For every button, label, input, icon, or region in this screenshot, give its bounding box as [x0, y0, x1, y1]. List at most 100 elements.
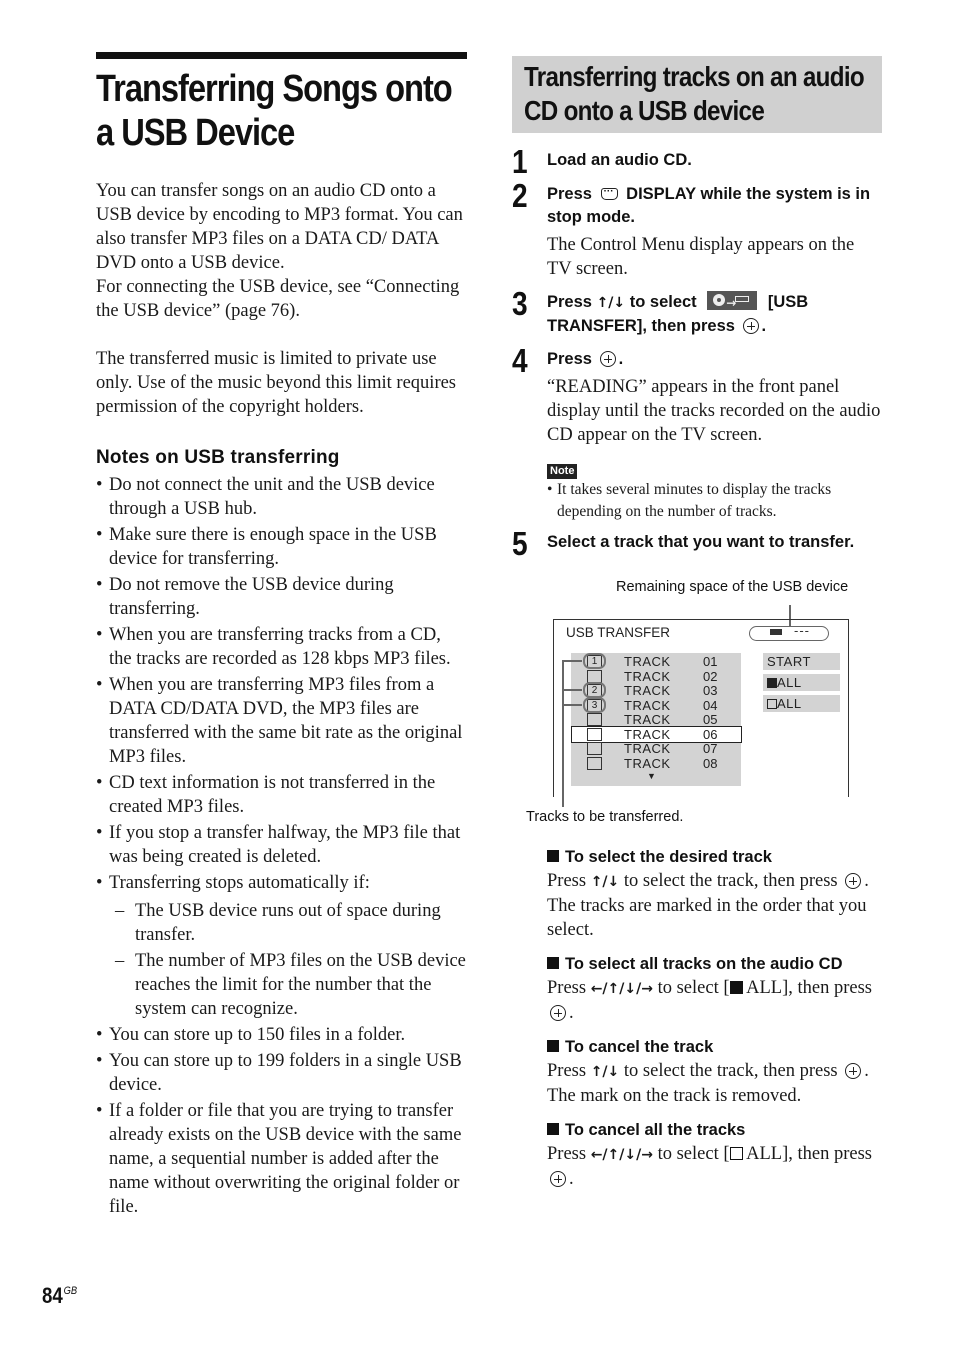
note-item: When you are transferring tracks from a …	[96, 623, 468, 671]
note-item: Make sure there is enough space in the U…	[96, 523, 468, 571]
four-way-arrows-icon: ←/↑/↓/→	[590, 981, 653, 997]
step-text: Press	[547, 350, 592, 368]
punctuation: .	[761, 317, 767, 335]
heading-text: To select all tracks on the audio CD	[565, 955, 843, 973]
track-label: TRACK	[624, 683, 671, 698]
callout-line	[562, 689, 582, 691]
page-title: Transferring Songs onto a USB Device	[96, 68, 453, 154]
empty-square-icon	[729, 1147, 743, 1160]
enter-button-icon	[550, 1171, 566, 1187]
enter-button-icon	[599, 351, 616, 367]
scroll-down-icon[interactable]: ▼	[647, 771, 656, 781]
body-text: to select the track, then press	[623, 1061, 838, 1081]
track-mark	[587, 727, 602, 741]
right-column: Transferring tracks on an audio CD onto …	[512, 56, 882, 562]
remaining-space-value: ---	[794, 623, 810, 638]
body-text: to select the track, then press	[623, 871, 838, 891]
select-all-button[interactable]: ALL	[763, 674, 840, 691]
track-label: TRACK	[624, 712, 671, 727]
subsection-cancel-track: To cancel the track Press ↑/↓ to select …	[547, 1035, 887, 1108]
track-number: 03	[703, 683, 718, 698]
empty-square-icon	[767, 699, 777, 709]
cancel-all-button[interactable]: ALL	[763, 695, 840, 712]
body-text: ALL], then press	[746, 978, 872, 998]
tv-screen: USB TRANSFER --- 1 TRACK 01 TRACK 02 2 T…	[553, 619, 849, 797]
transfer-mark-ring	[583, 682, 606, 698]
note-block: Note It takes several minutes to display…	[547, 461, 882, 523]
step-title: Press DISPLAY while the system is in sto…	[547, 180, 882, 229]
note-item: If you stop a transfer halfway, the MP3 …	[96, 821, 468, 869]
track-number: 05	[703, 712, 718, 727]
subsection-select-track: To select the desired track Press ↑/↓ to…	[547, 845, 887, 942]
step-3: 3 Press ↑/↓ to select → [USB TRANSFER], …	[512, 285, 882, 338]
punctuation: .	[569, 1003, 574, 1023]
usb-transfer-diagram: Remaining space of the USB device USB TR…	[512, 575, 892, 835]
track-row[interactable]: TRACK 08	[571, 756, 741, 771]
step-1: 1 Load an audio CD.	[512, 143, 882, 180]
track-row[interactable]: TRACK 02	[571, 669, 741, 684]
note-item: When you are transferring MP3 files from…	[96, 673, 468, 769]
four-way-arrows-icon: ←/↑/↓/→	[590, 1147, 653, 1163]
display-button-icon	[600, 180, 618, 203]
intro-paragraph: You can transfer songs on an audio CD on…	[96, 181, 463, 273]
track-label: TRACK	[624, 654, 671, 669]
track-row[interactable]: TRACK 05	[571, 712, 741, 727]
callout-line	[562, 660, 564, 807]
transfer-mark-ring	[583, 696, 606, 713]
step-text: Press	[547, 185, 592, 203]
subsection-body: Press ←/↑/↓/→ to select [ ALL], then pre…	[547, 976, 887, 1025]
note-item-text: Transferring stops automatically if:	[109, 873, 370, 893]
note-badge: Note	[547, 464, 578, 479]
track-number: 02	[703, 668, 718, 684]
track-row-selected[interactable]: TRACK 06	[571, 727, 741, 742]
intro: You can transfer songs on an audio CD on…	[96, 179, 468, 419]
track-row[interactable]: TRACK 07	[571, 741, 741, 756]
step-number: 5	[512, 525, 528, 562]
track-number: 06	[703, 726, 718, 742]
track-label: TRACK	[624, 726, 671, 742]
intro-paragraph: For connecting the USB device, see “Conn…	[96, 277, 460, 321]
track-list: 1 TRACK 01 TRACK 02 2 TRACK 03 3 TRACK 0…	[571, 653, 742, 786]
left-column: Transferring Songs onto a USB Device You…	[96, 52, 468, 1221]
start-button[interactable]: START	[763, 653, 840, 670]
body-text: ALL], then press	[746, 1144, 872, 1164]
callout-line	[562, 704, 582, 706]
note-item: You can store up to 199 folders in a sin…	[96, 1049, 468, 1097]
note-item: You can store up to 150 files in a folde…	[96, 1023, 468, 1047]
subsection-heading: To cancel the track	[547, 1035, 887, 1059]
punctuation: .	[569, 1169, 574, 1189]
usb-icon	[770, 629, 782, 635]
title-rule	[96, 52, 467, 59]
step-title: Press ↑/↓ to select → [USB TRANSFER], th…	[547, 291, 882, 338]
subsection-cancel-all: To cancel all the tracks Press ←/↑/↓/→ t…	[547, 1118, 887, 1191]
note-item-stop-conditions: Transferring stops automatically if: The…	[96, 871, 468, 1021]
screen-title: USB TRANSFER	[566, 625, 671, 640]
track-number: 08	[703, 755, 718, 771]
punctuation: .	[864, 871, 869, 891]
subsection-heading: To select all tracks on the audio CD	[547, 952, 887, 976]
step-number: 1	[512, 143, 528, 180]
region-suffix: GB	[63, 1285, 78, 1297]
body-text: The mark on the track is removed.	[547, 1086, 802, 1106]
track-label: TRACK	[624, 741, 671, 756]
subsection-heading: To cancel all the tracks	[547, 1118, 887, 1142]
step-4: 4 Press . “READING” appears in the front…	[512, 342, 882, 523]
stop-conditions-list: The USB device runs out of space during …	[109, 899, 468, 1021]
body-text: Press	[547, 1061, 587, 1081]
page-number-value: 84	[42, 1283, 63, 1308]
body-text: Press	[547, 978, 587, 998]
enter-button-icon	[845, 873, 862, 889]
track-label: TRACK	[624, 697, 671, 713]
note-text: It takes several minutes to display the …	[547, 479, 882, 523]
remaining-space-indicator: ---	[749, 623, 829, 641]
punctuation: .	[864, 1061, 869, 1081]
bullet-square-icon	[547, 1123, 559, 1135]
up-down-arrows-icon: ↑/↓	[590, 874, 620, 890]
step-text: Press	[547, 293, 592, 311]
enter-button-icon	[550, 1005, 566, 1021]
step-number: 2	[512, 177, 528, 214]
step-number: 3	[512, 285, 528, 322]
heading-text: To cancel all the tracks	[565, 1121, 746, 1139]
enter-button-icon	[845, 1063, 862, 1079]
note-item: If a folder or file that you are trying …	[96, 1099, 468, 1219]
